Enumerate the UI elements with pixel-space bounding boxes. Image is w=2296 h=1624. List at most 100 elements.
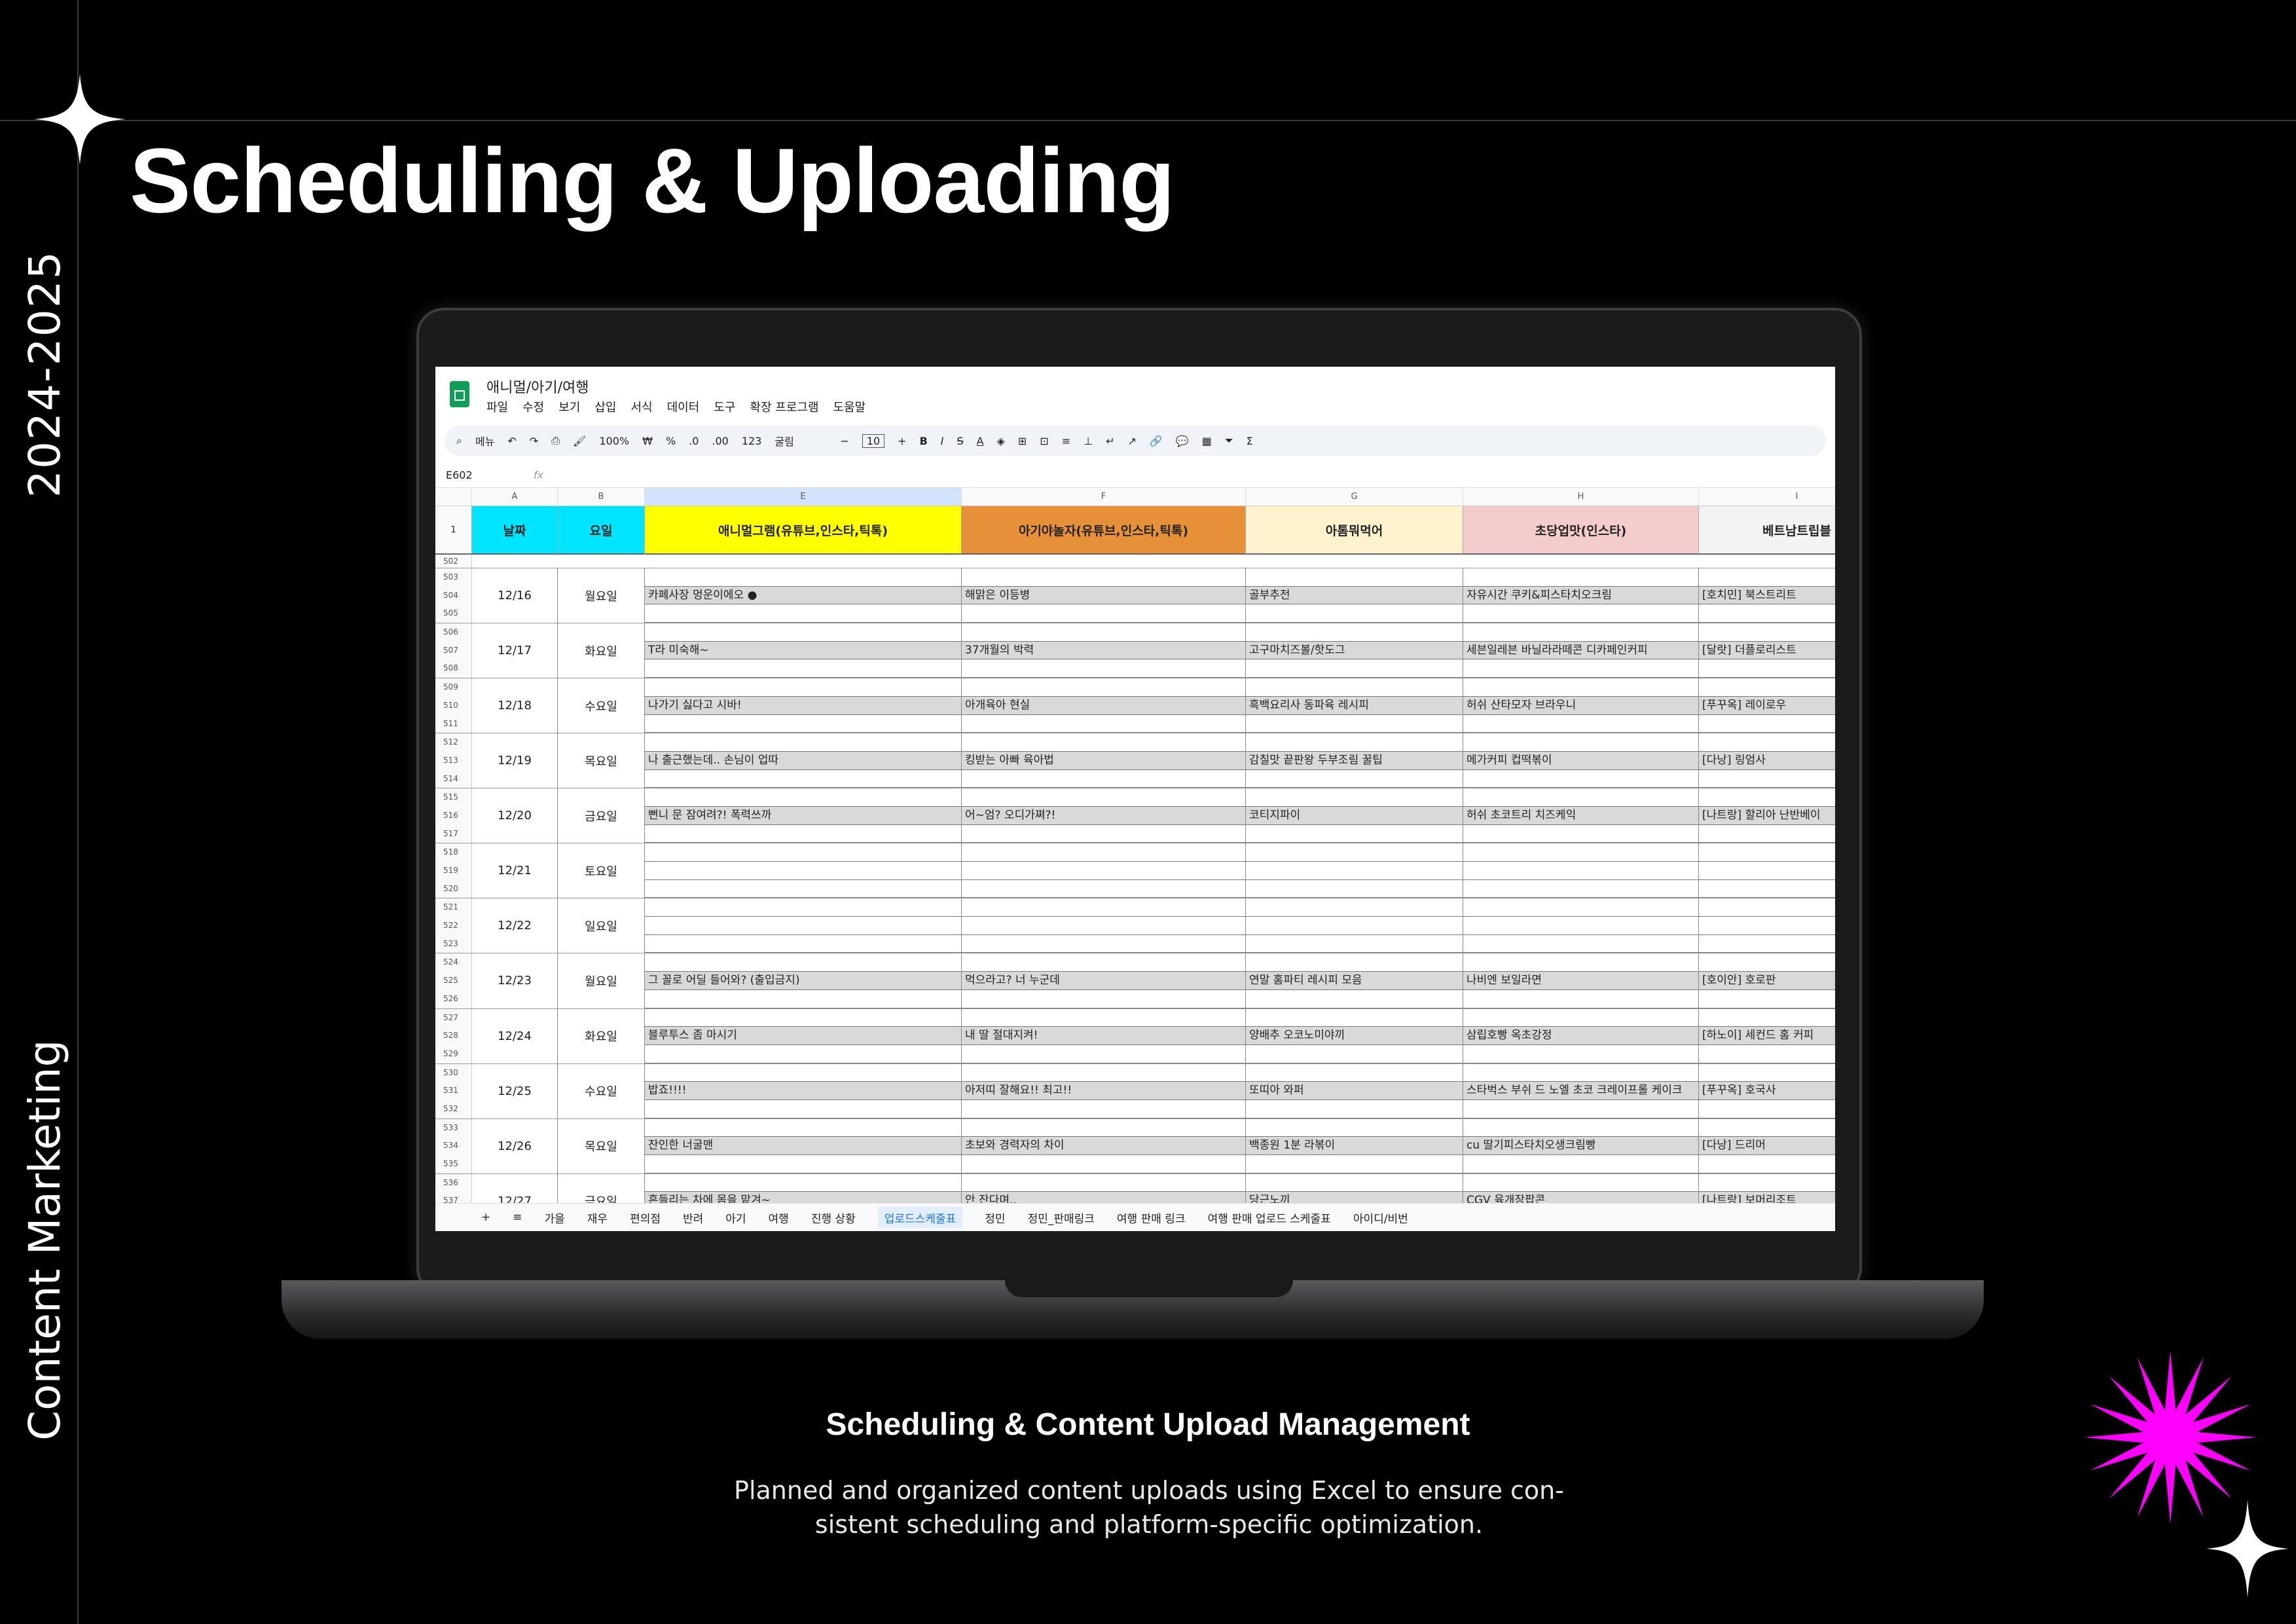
cell[interactable] <box>1699 1045 1835 1063</box>
sheet-tab[interactable]: 아기 <box>725 1209 746 1226</box>
cell[interactable] <box>962 733 1245 752</box>
sheet-tab[interactable]: 정민 <box>985 1209 1005 1226</box>
font-select[interactable]: 굴림 <box>774 433 827 449</box>
row-number[interactable]: 523 <box>435 935 471 953</box>
cell[interactable] <box>1246 1045 1463 1063</box>
cell[interactable]: 해맑은 이등병 <box>962 586 1245 605</box>
row-number[interactable]: 517 <box>435 825 471 843</box>
row-number[interactable]: 513 <box>435 752 471 770</box>
date-cell[interactable]: 12/17 <box>472 623 558 678</box>
font-size-increase[interactable]: + <box>898 435 906 447</box>
cell[interactable] <box>962 788 1245 807</box>
align-icon[interactable]: ≡ <box>1062 435 1070 447</box>
header-i[interactable]: 베트남트립블 <box>1699 506 1835 555</box>
comment-icon[interactable]: 💬 <box>1176 435 1189 447</box>
cell[interactable] <box>1699 843 1835 862</box>
currency-button[interactable]: ₩ <box>642 435 653 447</box>
row-number[interactable]: 524 <box>435 953 471 972</box>
day-cell[interactable]: 월요일 <box>558 953 645 1008</box>
cell[interactable] <box>962 604 1245 623</box>
fill-color-icon[interactable]: ◈ <box>997 435 1005 447</box>
row-number[interactable]: 528 <box>435 1027 471 1045</box>
menu-search-input[interactable]: 메뉴 <box>475 433 494 449</box>
cell[interactable] <box>1699 623 1835 642</box>
percent-button[interactable]: % <box>666 435 676 447</box>
cell[interactable] <box>962 917 1245 935</box>
cell[interactable] <box>1246 715 1463 733</box>
day-cell[interactable]: 수요일 <box>558 678 645 733</box>
cell[interactable] <box>962 990 1245 1008</box>
date-cell[interactable]: 12/25 <box>472 1063 558 1118</box>
cell[interactable] <box>1699 1009 1835 1027</box>
all-sheets-button[interactable]: ≡ <box>513 1211 522 1224</box>
redo-icon[interactable]: ↷ <box>530 435 538 447</box>
cell[interactable] <box>1246 659 1463 678</box>
cell[interactable] <box>962 678 1245 697</box>
strikethrough-button[interactable]: S <box>957 435 964 447</box>
cell[interactable]: 카페사장 멍운이에오 ● <box>645 586 961 605</box>
cell[interactable]: cu 딸기피스타치오생크림빵 <box>1463 1137 1698 1155</box>
cell[interactable]: 자유시간 쿠키&피스타치오크림 <box>1463 586 1698 605</box>
cell[interactable]: 삼립호빵 옥초강정 <box>1463 1027 1698 1045</box>
cell[interactable] <box>1246 898 1463 917</box>
cell[interactable] <box>1463 843 1698 862</box>
sheet-tab[interactable]: 여행 <box>769 1209 789 1226</box>
cell[interactable] <box>1246 862 1463 880</box>
paint-format-icon[interactable]: 🖌 <box>573 435 586 447</box>
date-cell[interactable]: 12/16 <box>472 568 558 623</box>
cell[interactable] <box>962 898 1245 917</box>
row-number[interactable]: 521 <box>435 898 471 917</box>
cell[interactable] <box>962 862 1245 880</box>
cell[interactable] <box>962 1119 1245 1137</box>
sheet-tab[interactable]: 업로드스케줄표 <box>877 1206 963 1228</box>
cell[interactable] <box>962 825 1245 843</box>
cell[interactable] <box>645 1155 961 1173</box>
cell[interactable]: [달랏] 더플로리스트 <box>1699 641 1835 660</box>
row-number[interactable]: 516 <box>435 807 471 825</box>
cell[interactable]: [다낭] 드리머 <box>1699 1137 1835 1155</box>
italic-button[interactable]: I <box>941 435 944 447</box>
cell[interactable] <box>1246 825 1463 843</box>
cell[interactable]: [푸꾸옥] 레이로우 <box>1699 696 1835 715</box>
cell[interactable] <box>1463 880 1698 898</box>
cell[interactable] <box>645 788 961 807</box>
cell[interactable] <box>645 623 961 642</box>
cell[interactable]: 흑백요리사 동파육 레시피 <box>1246 696 1463 715</box>
cell[interactable] <box>1246 1119 1463 1137</box>
cell[interactable] <box>645 604 961 623</box>
cell[interactable]: 아저띠 잘해요!! 최고!! <box>962 1082 1245 1100</box>
cell[interactable] <box>1246 604 1463 623</box>
cell[interactable] <box>962 1009 1245 1027</box>
cell[interactable] <box>645 898 961 917</box>
row-number[interactable]: 526 <box>435 990 471 1008</box>
day-cell[interactable]: 월요일 <box>558 568 645 623</box>
day-cell[interactable]: 토요일 <box>558 843 645 898</box>
cell[interactable]: 내 딸 절대지켜! <box>962 1027 1245 1045</box>
cell[interactable]: 잔인한 너굴맨 <box>645 1137 961 1155</box>
day-cell[interactable]: 목요일 <box>558 1118 645 1173</box>
cell[interactable] <box>1463 898 1698 917</box>
header-g[interactable]: 아톰뭐먹어 <box>1246 506 1463 555</box>
cell[interactable]: 감칠맛 끝판왕 두부조림 꿀팁 <box>1246 751 1463 770</box>
cell[interactable] <box>962 1100 1245 1118</box>
row-number[interactable]: 525 <box>435 972 471 990</box>
bold-button[interactable]: B <box>920 435 928 447</box>
header-day[interactable]: 요일 <box>558 506 645 555</box>
row-number[interactable]: 522 <box>435 917 471 935</box>
cell[interactable]: [하노이] 세컨드 홈 커피 <box>1699 1027 1835 1045</box>
row-number[interactable]: 518 <box>435 843 471 862</box>
cell[interactable] <box>1699 953 1835 972</box>
cell[interactable] <box>1246 568 1463 587</box>
cell[interactable] <box>962 568 1245 587</box>
cell[interactable] <box>1463 953 1698 972</box>
sheet-tab[interactable]: 아이디/비번 <box>1353 1209 1408 1226</box>
day-cell[interactable]: 수요일 <box>558 1063 645 1118</box>
cell[interactable] <box>645 678 961 697</box>
cell[interactable] <box>645 568 961 587</box>
cell[interactable] <box>1246 1174 1463 1192</box>
cell[interactable]: 아개육아 현실 <box>962 696 1245 715</box>
cell[interactable] <box>1463 1064 1698 1082</box>
row-number[interactable]: 509 <box>435 678 471 697</box>
row-number[interactable]: 505 <box>435 604 471 623</box>
cell[interactable] <box>1699 568 1835 587</box>
